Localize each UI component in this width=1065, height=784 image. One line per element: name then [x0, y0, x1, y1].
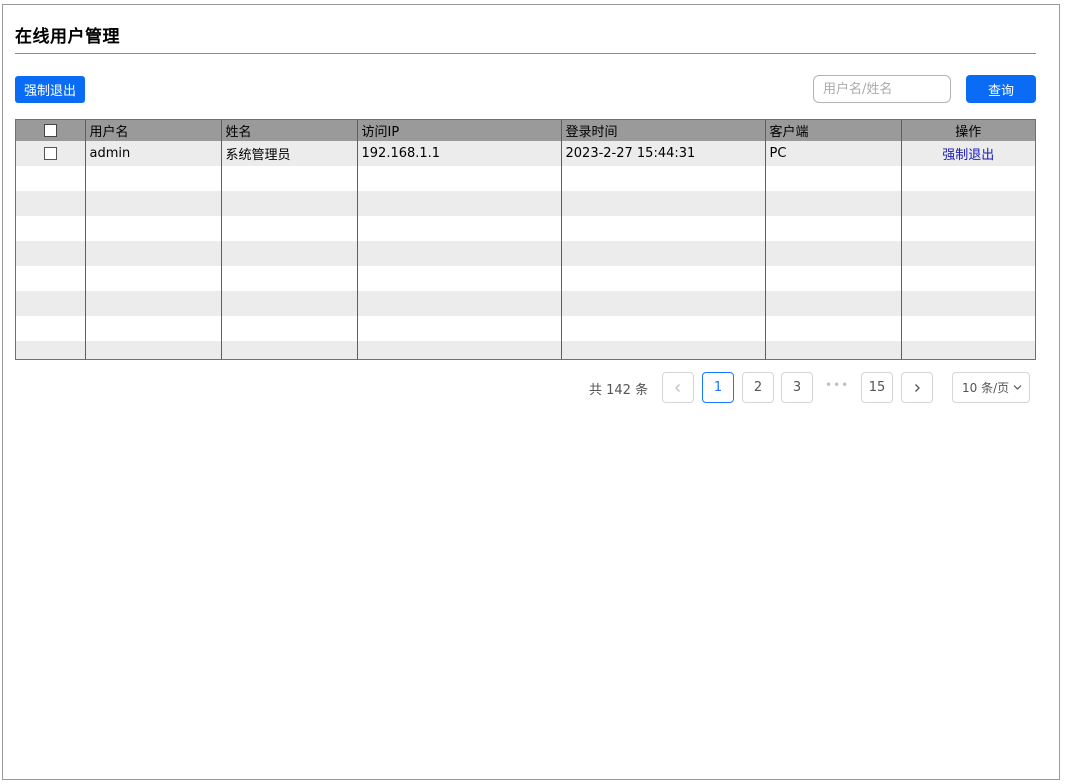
page-3-button[interactable]: 3	[781, 372, 813, 403]
empty-row	[16, 316, 1035, 341]
next-page-button[interactable]	[901, 372, 933, 403]
column-header-name[interactable]: 姓名	[220, 120, 357, 141]
column-header-username[interactable]: 用户名	[84, 120, 221, 141]
title-divider	[15, 53, 1036, 54]
page-1-button[interactable]: 1	[702, 372, 734, 403]
prev-page-button[interactable]	[662, 372, 694, 403]
page-size-label: 10 条/页	[962, 381, 1010, 395]
empty-row	[16, 266, 1035, 291]
page-frame: 在线用户管理 强制退出 查询 用户名 姓名 访问IP 登录时间	[2, 4, 1060, 780]
empty-row	[16, 341, 1035, 359]
empty-row	[16, 191, 1035, 216]
select-all-checkbox[interactable]	[43, 124, 57, 137]
force-logout-button[interactable]: 强制退出	[15, 76, 85, 103]
empty-row	[16, 216, 1035, 241]
column-header-action: 操作	[900, 120, 1035, 141]
row-checkbox[interactable]	[43, 147, 57, 160]
empty-row	[16, 291, 1035, 316]
cell-login-time: 2023-2-27 15:44:31	[560, 141, 765, 166]
select-all-cell	[16, 120, 85, 141]
query-button[interactable]: 查询	[966, 75, 1036, 103]
chevron-right-icon	[915, 383, 920, 392]
pagination-ellipsis[interactable]: •••	[825, 378, 849, 392]
empty-row	[16, 166, 1035, 191]
cell-username: admin	[84, 141, 221, 166]
column-header-client[interactable]: 客户端	[764, 120, 901, 141]
cell-name: 系统管理员	[220, 141, 357, 166]
row-force-logout-link[interactable]: 强制退出	[942, 148, 994, 163]
page-title: 在线用户管理	[15, 27, 120, 47]
table-row[interactable]: admin 系统管理员 192.168.1.1 2023-2-27 15:44:…	[16, 141, 1035, 166]
row-select-cell	[16, 141, 85, 166]
chevron-left-icon	[675, 383, 680, 392]
table-header-row: 用户名 姓名 访问IP 登录时间 客户端 操作	[16, 120, 1035, 141]
cell-client: PC	[764, 141, 901, 166]
cell-ip: 192.168.1.1	[356, 141, 561, 166]
chevron-down-icon	[1013, 385, 1022, 390]
empty-row	[16, 241, 1035, 266]
last-page-button[interactable]: 15	[861, 372, 893, 403]
page-2-button[interactable]: 2	[742, 372, 774, 403]
page-size-select[interactable]: 10 条/页	[952, 372, 1030, 403]
pagination: 共 142 条 1 2 3 ••• 15 10 条/页	[3, 372, 1065, 404]
total-count: 共 142 条	[589, 383, 649, 398]
search-input[interactable]	[813, 75, 951, 103]
column-header-login-time[interactable]: 登录时间	[560, 120, 765, 141]
cell-action: 强制退出	[900, 141, 1035, 166]
column-header-ip[interactable]: 访问IP	[356, 120, 561, 141]
online-users-table: 用户名 姓名 访问IP 登录时间 客户端 操作 admin 系统管理员 192.…	[15, 119, 1036, 360]
